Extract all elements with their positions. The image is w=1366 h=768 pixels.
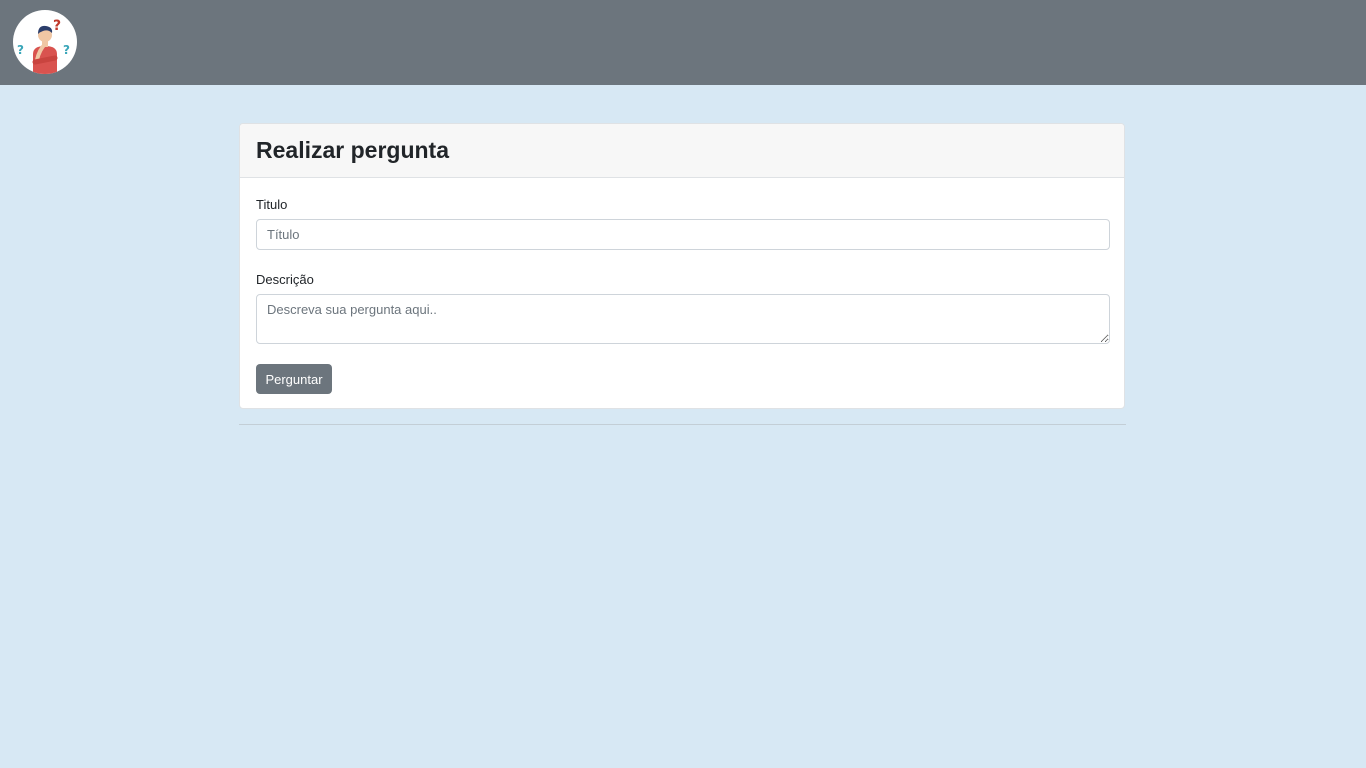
ask-question-card: Realizar pergunta Titulo Descrição Pergu… bbox=[239, 123, 1125, 409]
description-label: Descrição bbox=[256, 272, 314, 287]
svg-text:?: ? bbox=[63, 43, 70, 57]
svg-text:?: ? bbox=[53, 18, 61, 34]
title-input[interactable] bbox=[256, 219, 1110, 250]
svg-text:?: ? bbox=[17, 43, 24, 57]
navbar: ? ? ? bbox=[0, 0, 1366, 85]
divider bbox=[239, 424, 1126, 425]
ask-button[interactable]: Perguntar bbox=[256, 364, 332, 394]
page-title: Realizar pergunta bbox=[256, 137, 449, 163]
thinking-person-icon: ? ? ? bbox=[17, 18, 70, 74]
description-textarea[interactable] bbox=[256, 294, 1110, 344]
logo-icon[interactable]: ? ? ? bbox=[13, 10, 77, 74]
card-header: Realizar pergunta bbox=[240, 124, 1124, 178]
title-label: Titulo bbox=[256, 197, 288, 212]
